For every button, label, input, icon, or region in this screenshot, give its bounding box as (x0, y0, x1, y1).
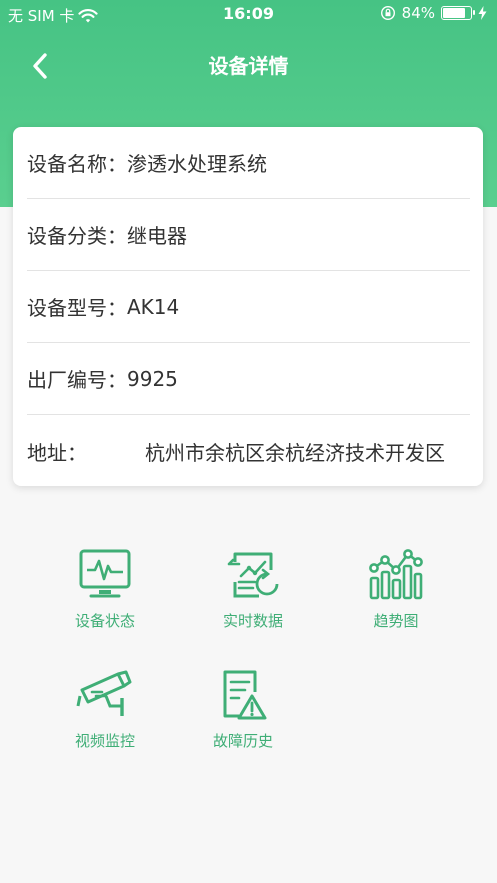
navigation-bar: 设备详情 (0, 36, 497, 92)
detail-value: 继电器 (127, 224, 187, 248)
page-title: 设备详情 (208, 54, 289, 78)
realtime-data-button[interactable]: 实时数据 (193, 546, 313, 646)
detail-row-category: 设备分类： 继电器 (27, 199, 470, 271)
detail-label: 设备分类： (27, 224, 127, 248)
fault-history-label: 故障历史 (212, 732, 273, 750)
detail-label: 设备型号： (27, 296, 127, 320)
orientation-lock-icon (380, 5, 395, 21)
device-status-label: 设备状态 (74, 612, 135, 630)
detail-label: 出厂编号： (27, 368, 127, 392)
battery-icon (441, 6, 475, 20)
cctv-camera-icon (76, 670, 132, 716)
detail-row-serial: 出厂编号： 9925 (27, 343, 470, 415)
detail-label: 设备名称： (27, 152, 127, 176)
detail-value: 9925 (127, 366, 178, 391)
video-monitor-button[interactable]: 视频监控 (45, 666, 165, 766)
detail-value: 杭州市余杭区余杭经济技术开发区 (145, 440, 445, 465)
battery-fill (443, 8, 466, 18)
status-right: 84% (380, 4, 487, 22)
charging-bolt-icon (478, 6, 487, 20)
video-monitor-label: 视频监控 (74, 732, 135, 750)
realtime-data-icon (227, 552, 279, 598)
battery-percent: 84% (401, 4, 435, 22)
fault-history-icon (223, 670, 267, 720)
detail-row-address: 地址： 杭州市余杭区余杭经济技术开发区 (27, 415, 470, 487)
status-bar: 无 SIM 卡 16:09 84% (0, 0, 497, 28)
trend-chart-icon (369, 549, 423, 600)
device-detail-card: 设备名称： 渗透水处理系统 设备分类： 继电器 设备型号： AK14 出厂编号：… (13, 127, 483, 486)
trend-chart-button[interactable]: 趋势图 (336, 546, 456, 646)
detail-row-name: 设备名称： 渗透水处理系统 (27, 127, 470, 199)
detail-value: 渗透水处理系统 (127, 152, 267, 176)
fault-history-button[interactable]: 故障历史 (183, 666, 303, 766)
realtime-data-label: 实时数据 (222, 612, 283, 630)
detail-row-model: 设备型号： AK14 (27, 271, 470, 343)
monitor-pulse-icon (79, 549, 131, 598)
device-status-button[interactable]: 设备状态 (45, 546, 165, 646)
trend-chart-label: 趋势图 (373, 612, 419, 630)
detail-label: 地址： (27, 440, 87, 465)
detail-value: AK14 (127, 294, 180, 319)
